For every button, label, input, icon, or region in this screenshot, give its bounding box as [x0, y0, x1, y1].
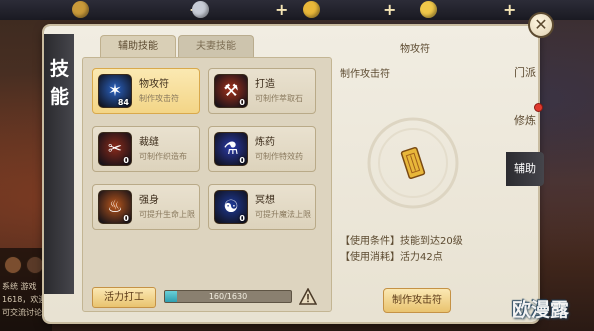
tailor-spool-icon: ✂ 0	[98, 132, 132, 166]
skill-name: 强身	[139, 195, 159, 206]
skill-card[interactable]: ⚒ 0 打造可制作萃取石	[208, 68, 316, 114]
forge-anvil-icon: ⚒ 0	[214, 74, 248, 108]
skill-card[interactable]: ✂ 0 裁缝可制作织造布	[92, 126, 200, 172]
watermark-text: 欧漫露	[512, 299, 570, 321]
strength-body-icon: ♨ 0	[98, 190, 132, 224]
chat-line: 系统 游戏	[2, 282, 37, 291]
tab-sect[interactable]: 门派	[506, 56, 544, 90]
chat-line: 1618，欢迎	[2, 295, 47, 304]
skill-description: 可制作特效药	[255, 152, 303, 161]
skill-name: 冥想	[255, 195, 275, 206]
vitality-work-button[interactable]: 活力打工	[92, 287, 156, 308]
close-button[interactable]: ✕	[528, 12, 554, 38]
talisman-icon	[400, 146, 426, 180]
skill-level: 0	[123, 214, 129, 223]
skill-description: 可制作织造布	[139, 152, 187, 161]
add-silver-button[interactable]: +	[275, 1, 289, 18]
vitality-value: 160/1630	[208, 292, 248, 301]
skill-card[interactable]: ⚗ 0 炼药可制作特效药	[208, 126, 316, 172]
skill-description: 制作攻击符	[139, 94, 179, 103]
alchemy-potion-icon: ⚗ 0	[214, 132, 248, 166]
detail-title: 物攻符	[400, 44, 430, 55]
tab-couple-skills[interactable]: 夫妻技能	[178, 35, 254, 57]
vitality-progress-bar: 160/1630	[164, 290, 292, 303]
chat-line: 可交流讨论	[2, 308, 42, 317]
skill-level: 0	[239, 98, 245, 107]
notification-dot	[534, 103, 543, 112]
meditation-icon: ☯ 0	[214, 190, 248, 224]
info-warning-icon[interactable]	[298, 287, 318, 305]
detail-subtitle: 制作攻击符	[340, 69, 390, 80]
yuanbao-icon	[420, 1, 437, 18]
skill-level: 0	[239, 214, 245, 223]
skill-level: 0	[123, 156, 129, 165]
skill-name: 物攻符	[139, 79, 169, 90]
gold-ingot-icon	[303, 1, 320, 18]
avatar[interactable]	[4, 256, 22, 274]
skill-name: 打造	[255, 79, 275, 90]
panel-title-char: 能	[50, 86, 70, 108]
skill-level: 84	[117, 98, 129, 107]
tab-assist-skills[interactable]: 辅助技能	[100, 35, 176, 57]
resource-bar: + + + +	[0, 0, 594, 20]
panel-title: 技 能	[44, 34, 74, 294]
skill-card[interactable]: ♨ 0 强身可提升生命上限	[92, 184, 200, 230]
tab-assist[interactable]: 辅助	[506, 152, 544, 186]
skill-card[interactable]: ☯ 0 冥想可提升魔法上限	[208, 184, 316, 230]
use-condition: 【使用条件】技能到达20级	[340, 236, 463, 247]
skill-name: 裁缝	[139, 137, 159, 148]
add-gold-button[interactable]: +	[383, 1, 397, 18]
copper-coin-icon	[72, 1, 89, 18]
skill-name: 炼药	[255, 137, 275, 148]
skill-description: 可提升生命上限	[139, 210, 195, 219]
use-cost: 【使用消耗】活力42点	[340, 252, 443, 263]
silver-coin-icon	[192, 1, 209, 18]
close-icon: ✕	[534, 15, 548, 34]
add-yuanbao-button[interactable]: +	[503, 1, 517, 18]
skill-description: 可提升魔法上限	[255, 210, 311, 219]
make-talisman-button[interactable]: 制作攻击符	[383, 288, 451, 313]
talisman-preview	[365, 115, 461, 211]
talisman-attack-icon: ✶ 84	[98, 74, 132, 108]
skill-description: 可制作萃取石	[255, 94, 303, 103]
avatar[interactable]	[26, 256, 44, 274]
panel-title-char: 技	[50, 58, 70, 80]
skill-level: 0	[239, 156, 245, 165]
skill-card[interactable]: ✶ 84 物攻符制作攻击符	[92, 68, 200, 114]
